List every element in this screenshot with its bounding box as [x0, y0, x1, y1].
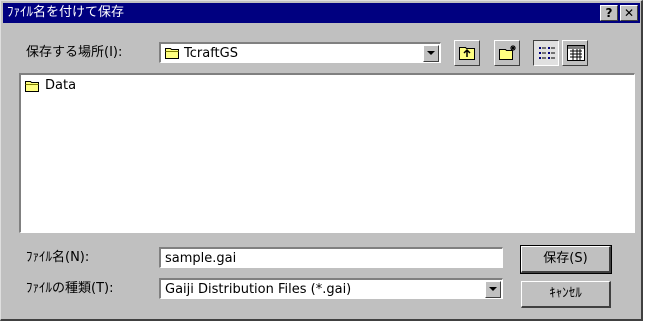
- save-button[interactable]: 保存(S): [520, 245, 612, 274]
- location-value: TcraftGS: [184, 46, 238, 61]
- help-button[interactable]: ?: [600, 5, 618, 21]
- title-bar[interactable]: ﾌｧｲﾙ名を付けて保存 ? ✕: [3, 3, 640, 23]
- list-view-icon: [539, 47, 555, 59]
- new-folder-button[interactable]: [494, 40, 520, 66]
- new-folder-icon: [499, 45, 516, 60]
- cancel-button[interactable]: ｷｬﾝｾﾙ: [521, 281, 611, 308]
- dialog-title: ﾌｧｲﾙ名を付けて保存: [7, 5, 125, 20]
- folder-icon: [165, 48, 179, 59]
- filename-label: ﾌｧｲﾙ名(N):: [26, 250, 90, 265]
- filename-input[interactable]: sample.gai: [159, 247, 503, 268]
- folder-icon: [25, 81, 39, 92]
- filetype-combo[interactable]: Gaiji Distribution Files (*.gai): [159, 278, 503, 299]
- up-folder-button[interactable]: [454, 40, 480, 66]
- location-label: 保存する場所(I):: [26, 45, 123, 60]
- location-dropdown-button[interactable]: [423, 45, 439, 62]
- list-view-button[interactable]: [533, 40, 559, 66]
- filetype-dropdown-button[interactable]: [485, 281, 501, 298]
- chevron-down-icon: [427, 51, 435, 55]
- save-as-dialog: ﾌｧｲﾙ名を付けて保存 ? ✕ 保存する場所(I): TcraftGS Data…: [0, 0, 643, 321]
- filetype-value: Gaiji Distribution Files (*.gai): [165, 282, 352, 297]
- filename-value: sample.gai: [165, 251, 237, 266]
- details-view-icon: [567, 45, 585, 61]
- chevron-down-icon: [489, 287, 497, 291]
- close-button[interactable]: ✕: [620, 5, 638, 21]
- file-list[interactable]: Data: [19, 73, 635, 233]
- filetype-label: ﾌｧｲﾙの種類(T):: [26, 281, 114, 296]
- list-item-label: Data: [45, 78, 77, 93]
- location-combo[interactable]: TcraftGS: [159, 42, 441, 63]
- details-view-button[interactable]: [562, 40, 588, 66]
- up-folder-icon: [459, 47, 475, 60]
